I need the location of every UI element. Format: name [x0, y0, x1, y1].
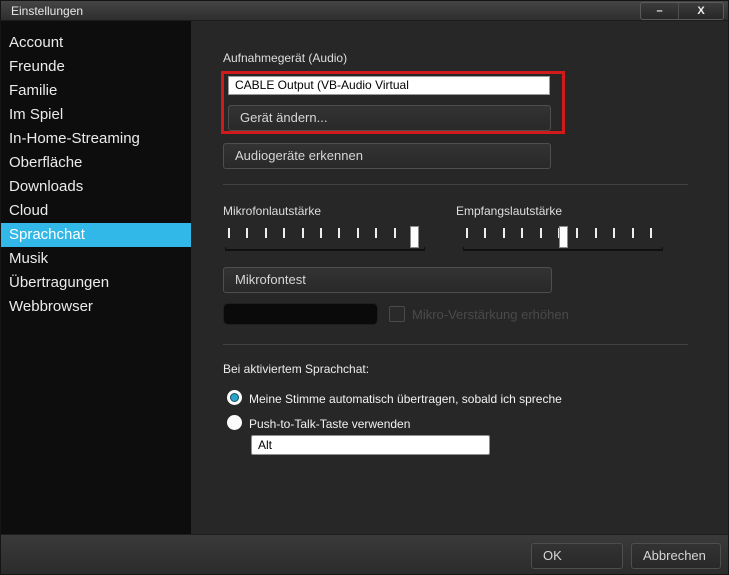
push-to-talk-label: Push-to-Talk-Taste verwenden [249, 417, 411, 431]
change-device-button[interactable]: Gerät ändern... [228, 105, 551, 131]
sidebar-item-familie[interactable]: Familie [1, 79, 191, 103]
recording-device-dropdown[interactable]: CABLE Output (VB-Audio Virtual [228, 76, 550, 95]
close-icon: X [697, 5, 705, 17]
recording-device-label: Aufnahmegerät (Audio) [223, 51, 348, 65]
minimize-button[interactable]: – [641, 3, 679, 19]
sidebar-item-oberflaeche[interactable]: Oberfläche [1, 151, 191, 175]
sidebar-item-in-home-streaming[interactable]: In-Home-Streaming [1, 127, 191, 151]
sidebar-item-sprachchat[interactable]: Sprachchat [1, 223, 191, 247]
settings-window: Einstellungen – X Account Freunde Famili… [0, 0, 729, 575]
slider-track [225, 247, 425, 251]
microphone-volume-slider[interactable] [225, 225, 425, 251]
receive-volume-slider[interactable] [463, 225, 663, 251]
dialog-footer: OK Abbrechen [1, 534, 728, 574]
minimize-icon: – [656, 5, 663, 17]
radio-dot [230, 393, 239, 402]
close-button[interactable]: X [679, 3, 723, 19]
sidebar-item-im-spiel[interactable]: Im Spiel [1, 103, 191, 127]
sidebar-item-downloads[interactable]: Downloads [1, 175, 191, 199]
divider [223, 184, 688, 185]
mic-boost-checkbox[interactable] [389, 306, 405, 322]
settings-sidebar: Account Freunde Familie Im Spiel In-Home… [1, 21, 191, 534]
detect-audio-devices-button[interactable]: Audiogeräte erkennen [223, 143, 551, 169]
mic-boost-label: Mikro-Verstärkung erhöhen [412, 307, 569, 322]
sidebar-item-uebertragungen[interactable]: Übertragungen [1, 271, 191, 295]
voice-settings-panel: Aufnahmegerät (Audio) CABLE Output (VB-A… [191, 21, 728, 534]
title-bar: Einstellungen – X [1, 1, 728, 21]
receive-volume-label: Empfangslautstärke [456, 204, 563, 218]
divider [223, 344, 688, 345]
sidebar-item-cloud[interactable]: Cloud [1, 199, 191, 223]
slider-handle[interactable] [559, 226, 568, 248]
sidebar-item-webbrowser[interactable]: Webbrowser [1, 295, 191, 319]
microphone-test-button[interactable]: Mikrofontest [223, 267, 552, 293]
slider-track [463, 247, 663, 251]
auto-transmit-label: Meine Stimme automatisch übertragen, sob… [249, 392, 562, 406]
auto-transmit-radio[interactable] [227, 390, 242, 405]
window-title: Einstellungen [11, 4, 84, 18]
window-controls: – X [640, 2, 724, 20]
microphone-volume-label: Mikrofonlautstärke [223, 204, 322, 218]
slider-handle[interactable] [410, 226, 419, 248]
sidebar-item-account[interactable]: Account [1, 31, 191, 55]
ok-button[interactable]: OK [531, 543, 623, 569]
push-to-talk-key-input[interactable]: Alt [251, 435, 490, 455]
slider-ticks [225, 228, 425, 239]
cancel-button[interactable]: Abbrechen [631, 543, 721, 569]
sidebar-item-musik[interactable]: Musik [1, 247, 191, 271]
microphone-level-meter [223, 303, 378, 325]
voice-chat-mode-label: Bei aktiviertem Sprachchat: [223, 362, 370, 376]
push-to-talk-radio[interactable] [227, 415, 242, 430]
sidebar-item-freunde[interactable]: Freunde [1, 55, 191, 79]
